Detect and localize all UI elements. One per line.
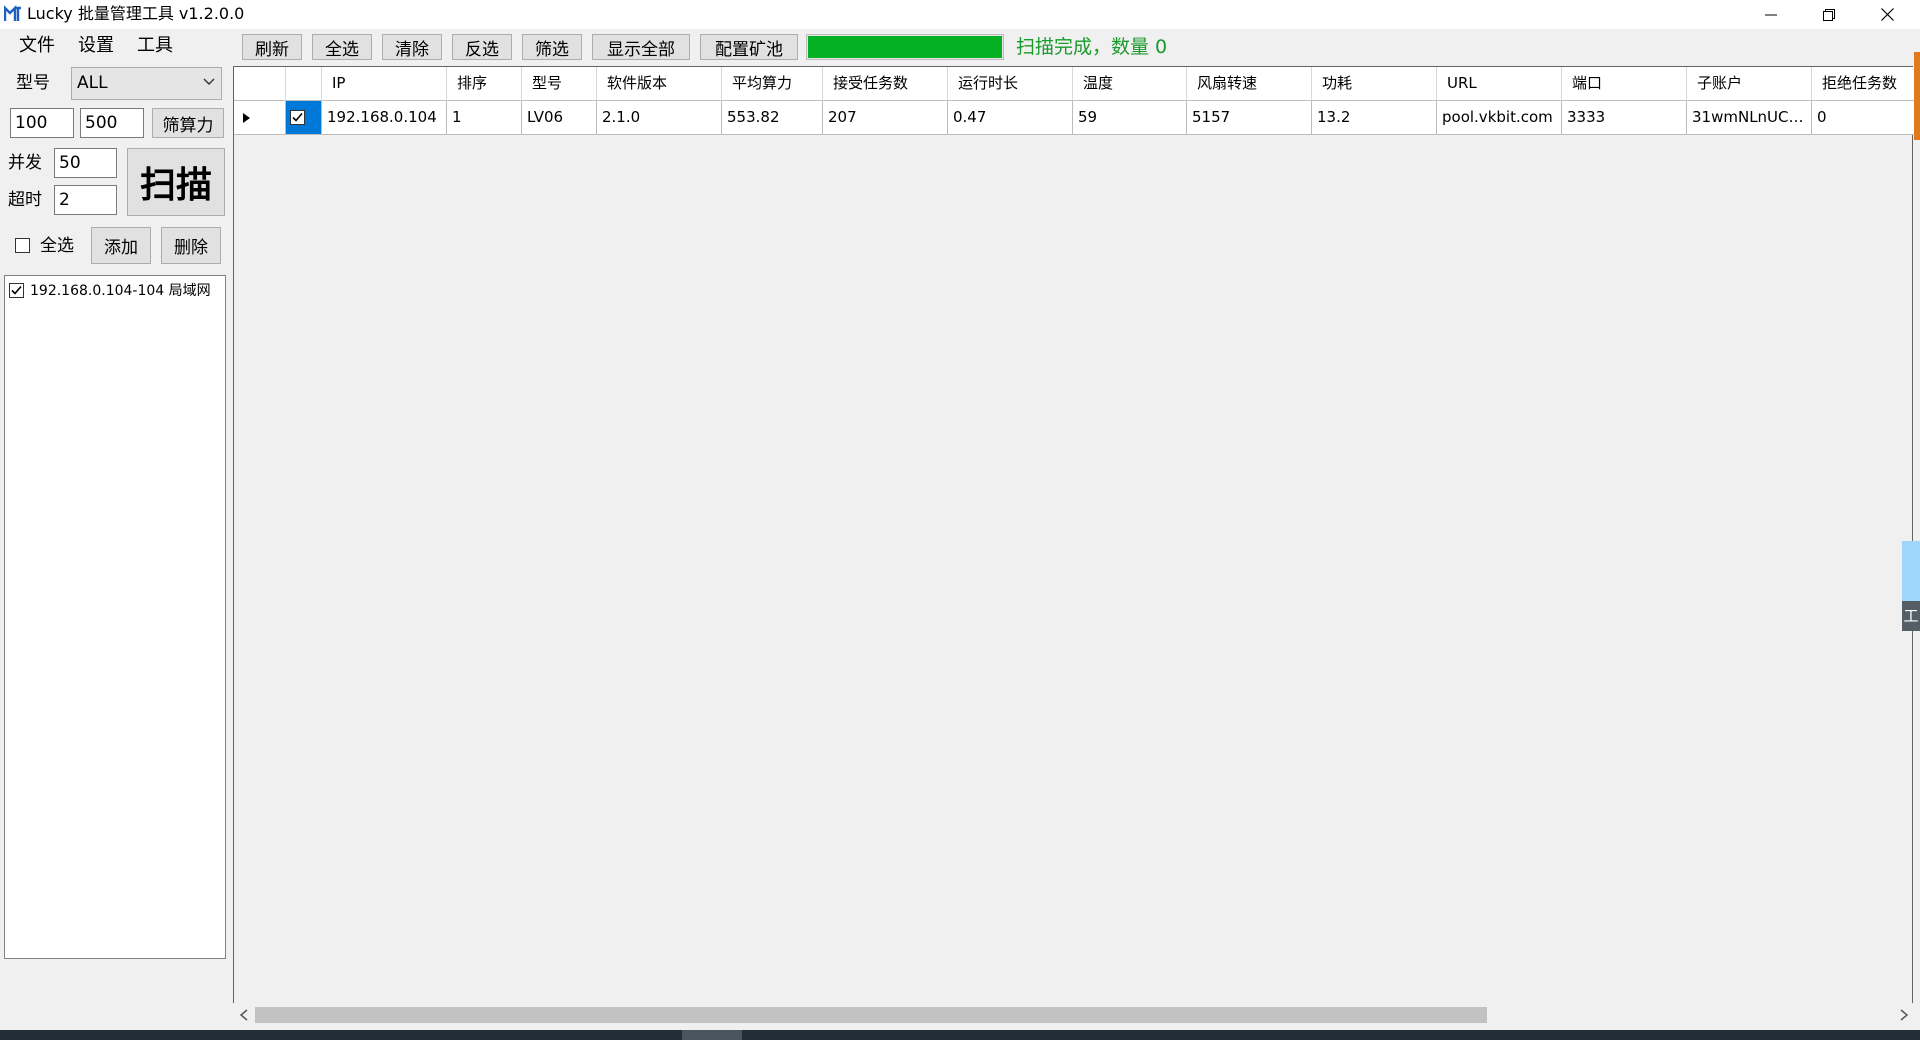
chevron-down-icon xyxy=(203,78,215,85)
side-floating-tab[interactable] xyxy=(1902,541,1920,601)
column-header-power[interactable]: 功耗 xyxy=(1312,67,1437,101)
column-header-temperature[interactable]: 温度 xyxy=(1073,67,1187,101)
row-header[interactable] xyxy=(234,101,286,135)
cell-power[interactable]: 13.2 xyxy=(1312,101,1437,135)
model-select-value: ALL xyxy=(77,73,108,93)
cell-rejected[interactable]: 0 xyxy=(1812,101,1920,135)
table-row[interactable]: 192.168.0.104 1 LV06 2.1.0 553.82 207 0.… xyxy=(234,101,1920,135)
cell-avg-hashrate[interactable]: 553.82 xyxy=(722,101,823,135)
timeout-input[interactable]: 2 xyxy=(54,185,117,215)
column-header-avg-hashrate[interactable]: 平均算力 xyxy=(722,67,823,101)
cell-temperature[interactable]: 59 xyxy=(1073,101,1187,135)
delete-range-button[interactable]: 删除 xyxy=(161,227,221,264)
column-header-port[interactable]: 端口 xyxy=(1562,67,1687,101)
cell-sub-account[interactable]: 31wmNLnUC5... xyxy=(1687,101,1812,135)
column-header-rejected[interactable]: 拒绝任务数 xyxy=(1812,67,1920,101)
minimize-icon xyxy=(1765,14,1777,15)
restore-button[interactable] xyxy=(1800,0,1858,29)
column-header-firmware[interactable]: 软件版本 xyxy=(597,67,722,101)
cell-url[interactable]: pool.vkbit.com xyxy=(1437,101,1562,135)
configure-pool-button[interactable]: 配置矿池 xyxy=(700,34,798,60)
invert-selection-button[interactable]: 反选 xyxy=(452,34,512,60)
menu-settings[interactable]: 设置 xyxy=(78,35,114,57)
horizontal-scrollbar[interactable] xyxy=(233,1003,1913,1026)
filter-button[interactable]: 筛选 xyxy=(522,34,582,60)
column-header-accepted[interactable]: 接受任务数 xyxy=(823,67,948,101)
minimize-button[interactable] xyxy=(1742,0,1800,29)
cell-fan-speed[interactable]: 5157 xyxy=(1187,101,1312,135)
app-logo-icon xyxy=(4,5,22,22)
restore-icon xyxy=(1823,8,1835,21)
taskbar-strip xyxy=(0,1030,1920,1040)
cell-order[interactable]: 1 xyxy=(447,101,522,135)
select-all-button[interactable]: 全选 xyxy=(312,34,372,60)
ip-range-list[interactable]: 192.168.0.104-104 局域网 xyxy=(4,275,226,959)
checked-checkbox-icon[interactable] xyxy=(290,110,305,125)
select-all-checkbox[interactable] xyxy=(15,238,30,253)
concurrency-label: 并发 xyxy=(8,153,42,173)
row-checkbox-cell[interactable] xyxy=(286,101,322,135)
select-all-label: 全选 xyxy=(40,236,74,256)
cell-port[interactable]: 3333 xyxy=(1562,101,1687,135)
window-title: Lucky 批量管理工具 v1.2.0.0 xyxy=(27,4,245,23)
cell-ip[interactable]: 192.168.0.104 xyxy=(322,101,447,135)
hash-min-input[interactable]: 100 xyxy=(10,108,74,138)
column-header-uptime[interactable]: 运行时长 xyxy=(948,67,1073,101)
close-button[interactable] xyxy=(1858,0,1916,29)
edge-accent xyxy=(1914,52,1920,140)
menu-tools[interactable]: 工具 xyxy=(137,35,173,57)
column-header-url[interactable]: URL xyxy=(1437,67,1562,101)
cell-model[interactable]: LV06 xyxy=(522,101,597,135)
cell-firmware[interactable]: 2.1.0 xyxy=(597,101,722,135)
taskbar-segment xyxy=(682,1030,742,1040)
checked-checkbox-icon[interactable] xyxy=(9,282,24,298)
filter-hashrate-button[interactable]: 筛算力 xyxy=(152,108,224,138)
miner-grid[interactable]: IP 排序 型号 软件版本 平均算力 接受任务数 运行时长 温度 风扇转速 功耗… xyxy=(233,66,1920,1026)
scan-progress-bar xyxy=(806,34,1004,60)
scan-progress-fill xyxy=(808,36,1002,58)
scroll-right-icon[interactable] xyxy=(1899,1009,1909,1021)
add-range-button[interactable]: 添加 xyxy=(91,227,151,264)
row-header-corner xyxy=(234,67,286,101)
horizontal-scroll-thumb[interactable] xyxy=(255,1007,1487,1023)
cell-uptime[interactable]: 0.47 xyxy=(948,101,1073,135)
close-icon xyxy=(1880,8,1894,21)
scan-button[interactable]: 扫描 xyxy=(127,148,225,216)
refresh-button[interactable]: 刷新 xyxy=(242,34,302,60)
scan-status: 扫描完成，数量 0 xyxy=(1016,36,1168,58)
hash-max-input[interactable]: 500 xyxy=(80,108,144,138)
timeout-label: 超时 xyxy=(8,190,42,210)
model-label: 型号 xyxy=(16,73,50,93)
show-all-button[interactable]: 显示全部 xyxy=(592,34,690,60)
side-floating-tab-label[interactable]: 工 xyxy=(1902,601,1920,631)
menu-bar: 文件 设置 工具 xyxy=(0,29,236,64)
current-row-arrow-icon xyxy=(243,113,250,123)
column-header-order[interactable]: 排序 xyxy=(447,67,522,101)
list-item[interactable]: 192.168.0.104-104 局域网 xyxy=(9,280,211,300)
grid-header-row: IP 排序 型号 软件版本 平均算力 接受任务数 运行时长 温度 风扇转速 功耗… xyxy=(234,67,1920,101)
cell-accepted[interactable]: 207 xyxy=(823,101,948,135)
header-check-column[interactable] xyxy=(286,67,322,101)
column-header-sub-account[interactable]: 子账户 xyxy=(1687,67,1812,101)
ip-range-label: 192.168.0.104-104 局域网 xyxy=(30,283,211,299)
model-select[interactable]: ALL xyxy=(71,67,222,100)
menu-file[interactable]: 文件 xyxy=(19,35,55,57)
column-header-ip[interactable]: IP xyxy=(322,67,447,101)
scroll-left-icon[interactable] xyxy=(239,1009,249,1021)
column-header-fan-speed[interactable]: 风扇转速 xyxy=(1187,67,1312,101)
concurrency-input[interactable]: 50 xyxy=(54,148,117,178)
title-bar: Lucky 批量管理工具 v1.2.0.0 xyxy=(0,0,1920,29)
column-header-model[interactable]: 型号 xyxy=(522,67,597,101)
clear-button[interactable]: 清除 xyxy=(382,34,442,60)
